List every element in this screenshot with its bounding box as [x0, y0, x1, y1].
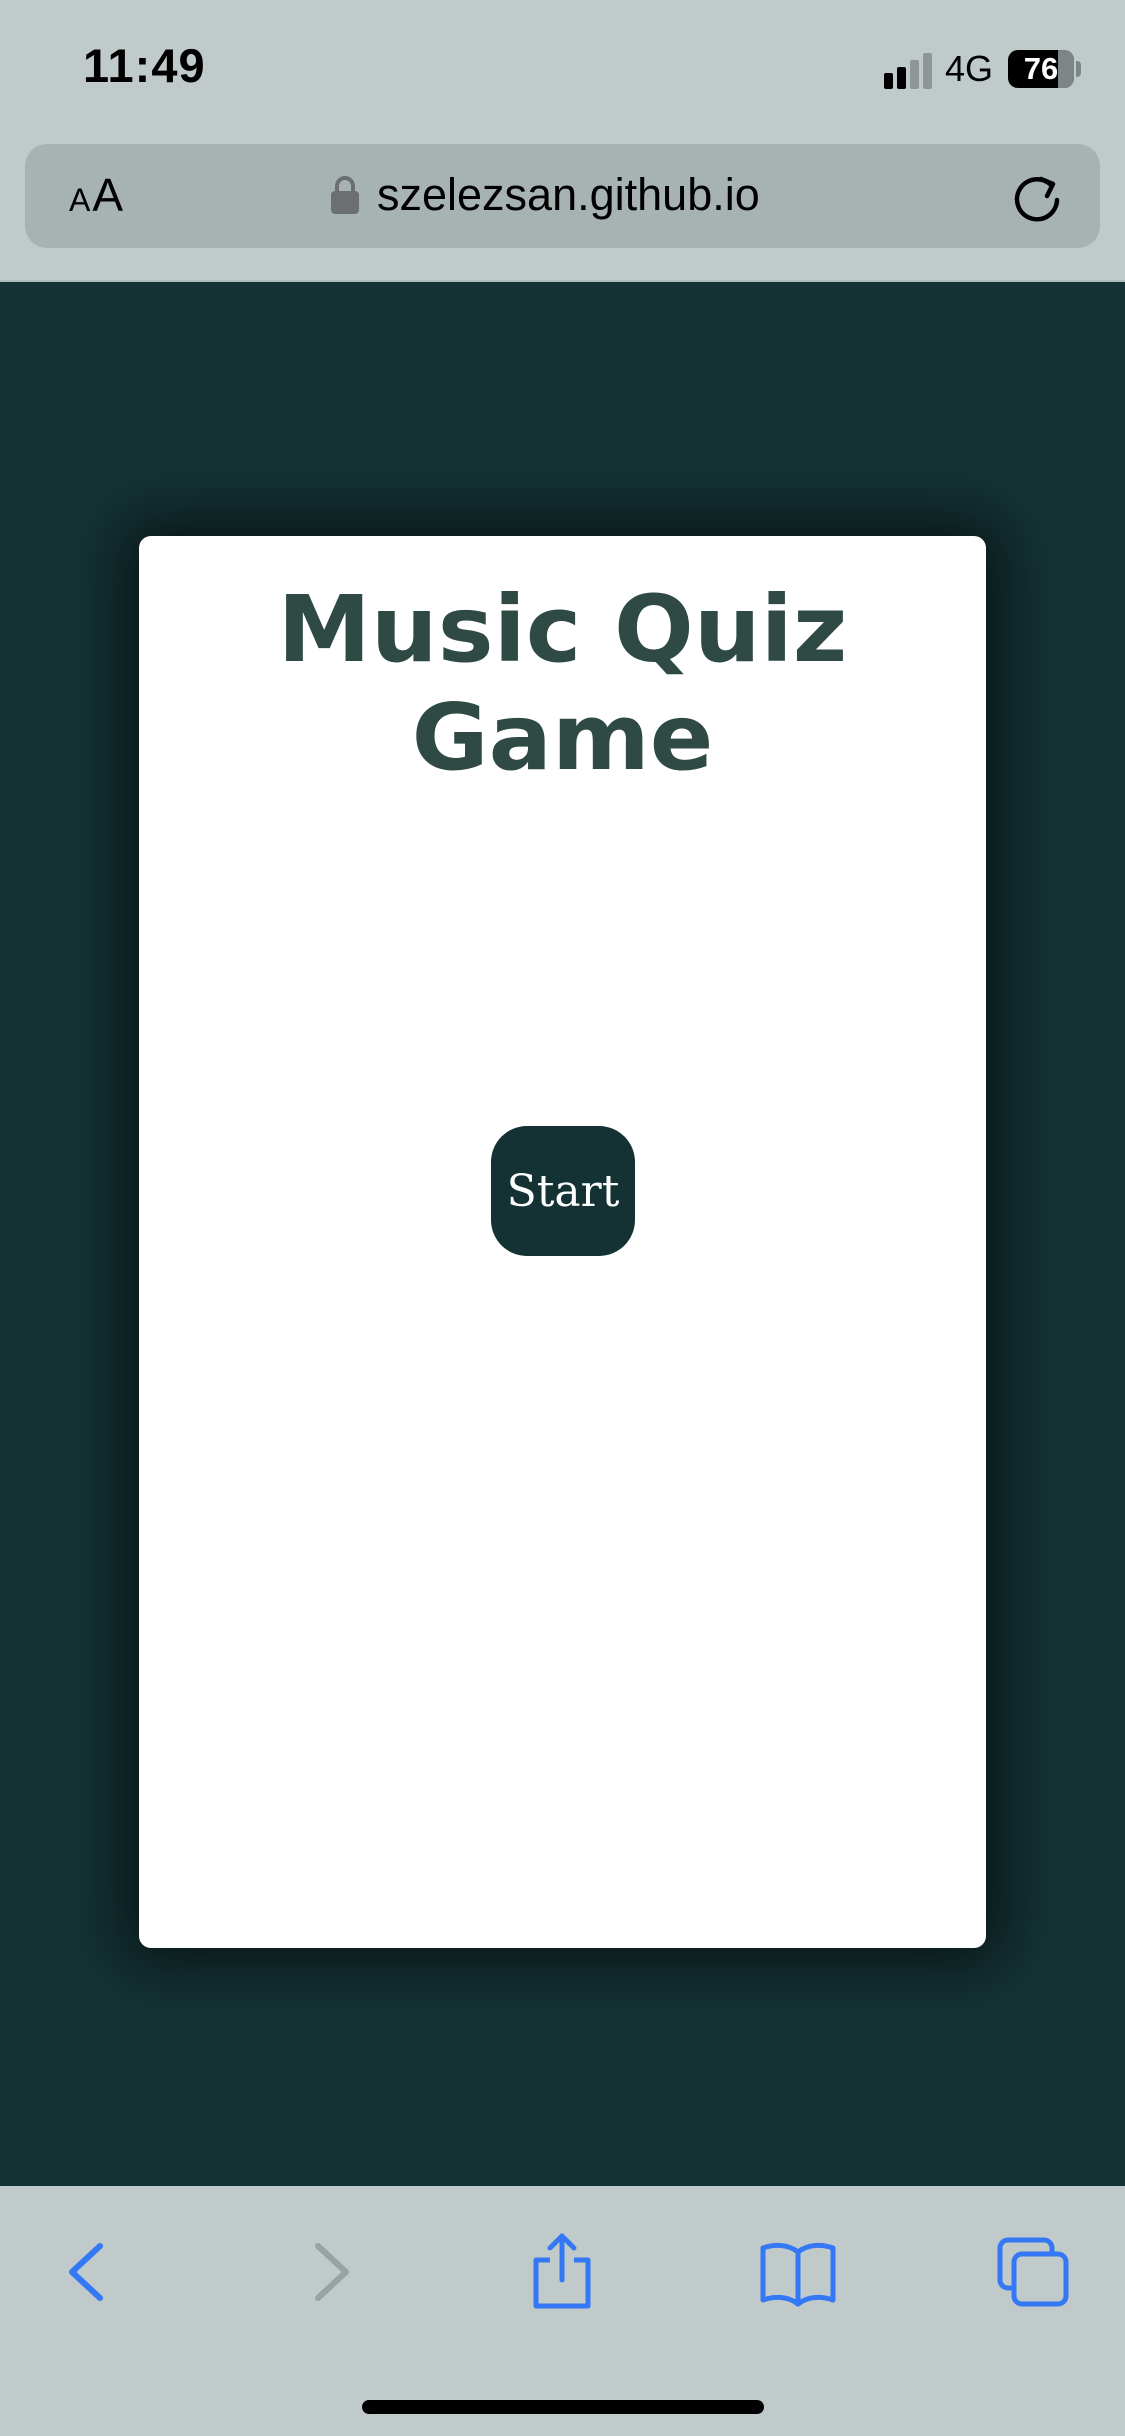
- status-bar: 11:49 4G 76: [0, 0, 1125, 140]
- bookmarks-icon[interactable]: [758, 2232, 838, 2312]
- cellular-signal-icon: [884, 53, 932, 89]
- tabs-icon[interactable]: [994, 2232, 1074, 2312]
- text-size-big-a: A: [92, 169, 124, 221]
- back-arrow-icon[interactable]: [48, 2232, 128, 2312]
- start-button[interactable]: Start: [491, 1126, 635, 1256]
- url-field[interactable]: szelezsan.github.io: [331, 165, 760, 225]
- reload-icon[interactable]: [1007, 166, 1067, 226]
- battery-level: 76: [1023, 51, 1059, 86]
- battery-nub: [1076, 61, 1081, 77]
- status-time: 11:49: [83, 39, 206, 92]
- lock-icon: [331, 176, 359, 214]
- page-title: Music Quiz Game: [277, 576, 848, 791]
- network-type: 4G: [945, 48, 994, 89]
- quiz-card: Music Quiz Game Start: [139, 536, 986, 1948]
- forward-arrow-icon[interactable]: [290, 2232, 370, 2312]
- text-size-small-a: A: [69, 182, 91, 218]
- address-bar[interactable]: A A szelezsan.github.io: [25, 144, 1100, 248]
- page-content: Music Quiz Game Start: [0, 280, 1125, 2188]
- share-icon[interactable]: [522, 2232, 602, 2312]
- home-indicator: [362, 2400, 764, 2414]
- battery-icon: 76: [1008, 50, 1074, 88]
- url-text: szelezsan.github.io: [377, 169, 760, 220]
- browser-toolbar: [0, 2186, 1125, 2436]
- text-size-button[interactable]: A A: [69, 168, 123, 224]
